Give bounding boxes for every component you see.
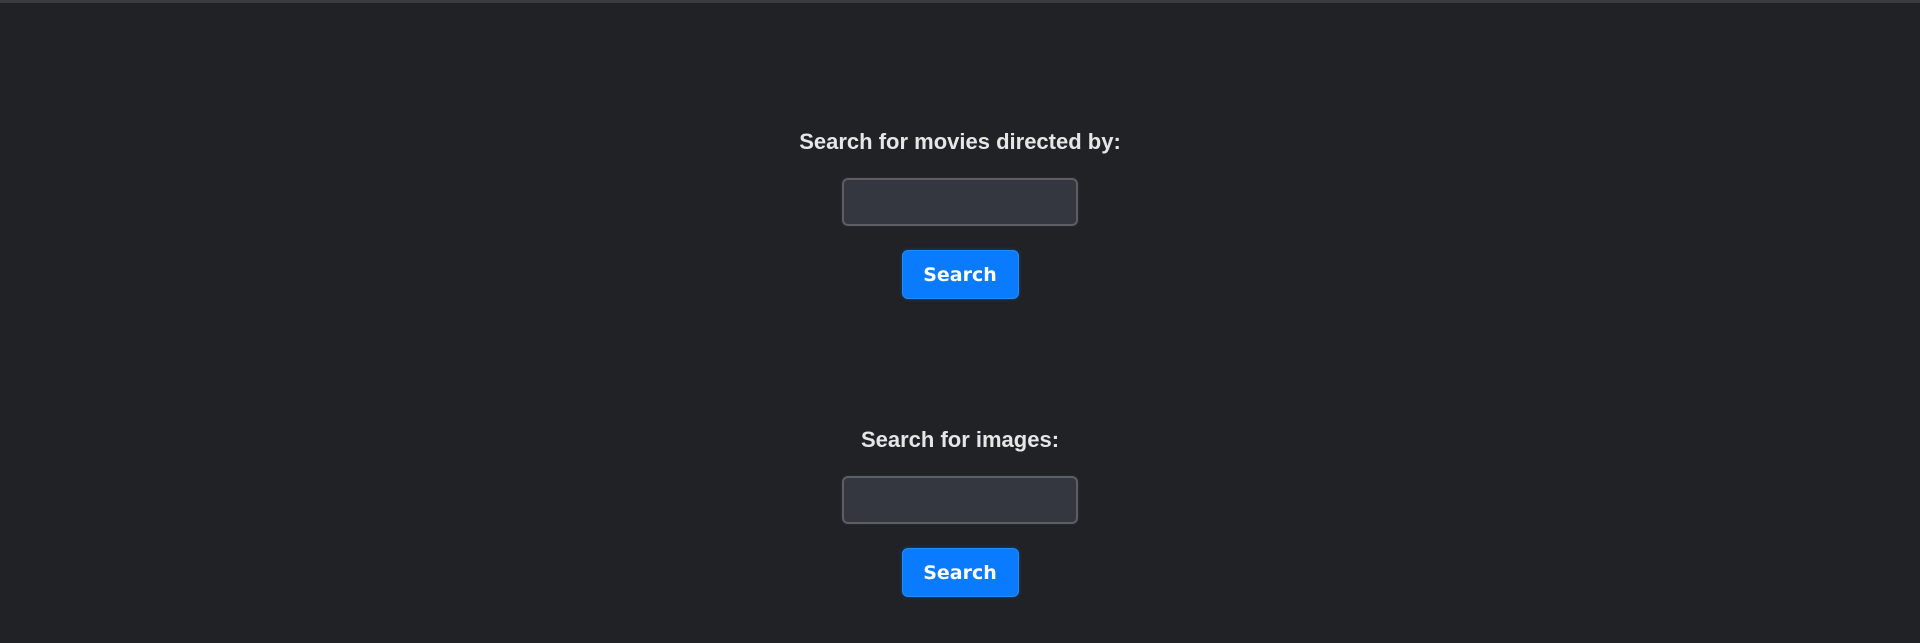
page: Search for movies directed by: Search Se… — [0, 0, 1920, 643]
movie-search-label: Search for movies directed by: — [799, 129, 1121, 154]
movie-director-search-input[interactable] — [842, 178, 1078, 226]
movie-search-button[interactable]: Search — [901, 250, 1019, 299]
image-search-label: Search for images: — [860, 427, 1060, 452]
image-search-section: Search for images: Search — [0, 426, 1920, 597]
image-search-button[interactable]: Search — [901, 548, 1019, 597]
image-search-input[interactable] — [842, 476, 1078, 524]
movie-search-section: Search for movies directed by: Search — [0, 128, 1920, 299]
top-border-divider — [0, 0, 1920, 3]
